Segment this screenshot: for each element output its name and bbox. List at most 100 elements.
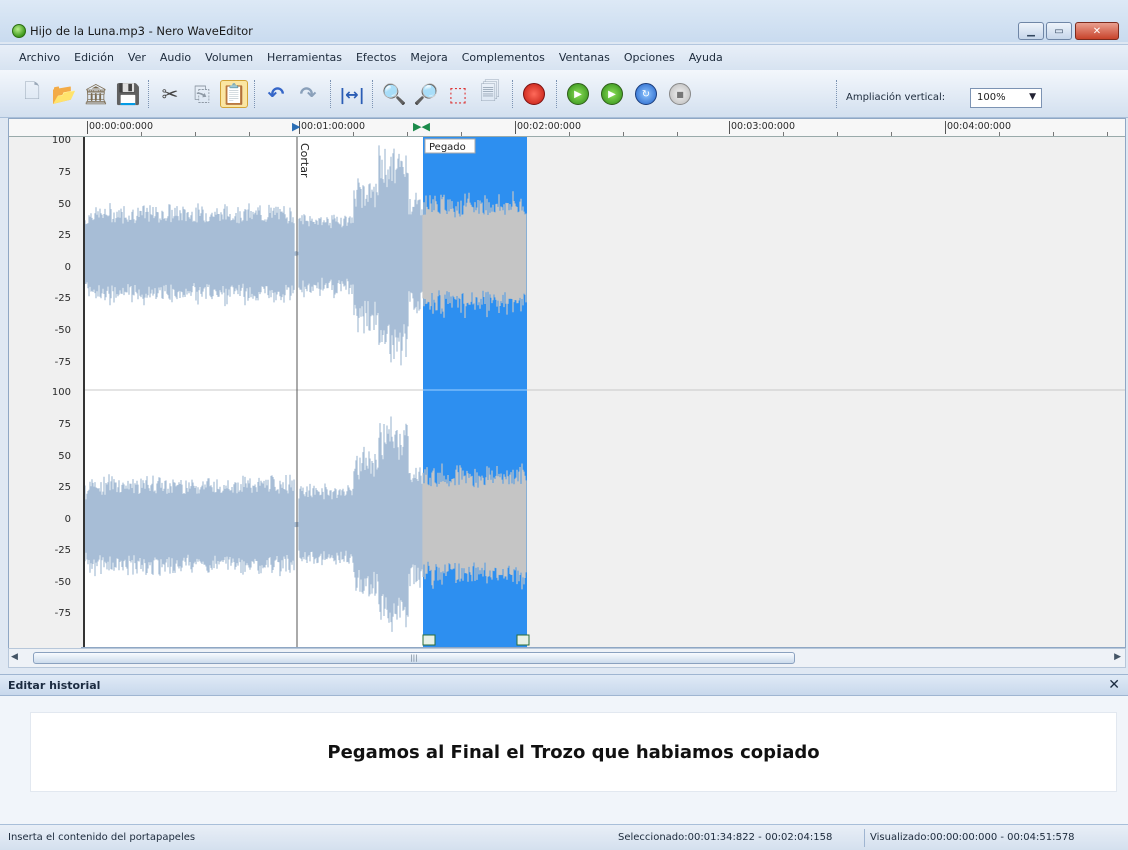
time-ruler[interactable]: 00:00:00:000 00:01:00:000 00:02:00:000 0… xyxy=(9,119,1125,137)
history-entry-text: Pegamos al Final el Trozo que habiamos c… xyxy=(327,741,820,763)
status-visible-range: Visualizado:00:00:00:000 - 00:04:51:578 xyxy=(870,832,1075,843)
minor-tick xyxy=(141,132,142,136)
amplitude-axis: 100 75 50 25 0 -25 -50 -75 100 75 50 25 … xyxy=(9,135,81,649)
waveform-canvas[interactable]: Cortar Pegado xyxy=(9,119,1125,647)
waveform-editor[interactable]: Cortar Pegado 00:00:00:000 00:01:00:000 0… xyxy=(8,118,1126,649)
major-tick xyxy=(515,121,516,134)
menu-complementos[interactable]: Complementos xyxy=(455,51,552,64)
toolbar-separator xyxy=(372,80,373,108)
chevron-down-icon: ▼ xyxy=(1029,92,1036,102)
undo-icon[interactable]: ↶ xyxy=(262,80,290,108)
menu-ventanas[interactable]: Ventanas xyxy=(552,51,617,64)
paste-icon[interactable]: 📋 xyxy=(220,80,248,108)
major-tick xyxy=(945,121,946,134)
window-title: Hijo de la Luna.mp3 - Nero WaveEditor xyxy=(30,24,253,38)
history-entry[interactable]: Pegamos al Final el Trozo que habiamos c… xyxy=(30,712,1117,792)
toolbar-separator xyxy=(836,80,837,108)
menu-volumen[interactable]: Volumen xyxy=(198,51,260,64)
status-divider xyxy=(864,829,865,847)
loop-icon[interactable]: ↻ xyxy=(632,80,660,108)
toolbar: 🗋 📂 🏛 💾 ✂ ⎘ 📋 ↶ ↷ |↔| 🔍 🔎 ⬚ 🗐 ▶ ▶ ↻ ■ Am… xyxy=(0,70,1128,118)
minor-tick xyxy=(249,132,250,136)
menu-archivo[interactable]: Archivo xyxy=(12,51,67,64)
record-icon[interactable] xyxy=(520,80,548,108)
play-icon[interactable]: ▶ xyxy=(564,80,592,108)
scrollbar-thumb[interactable]: ||| xyxy=(33,652,795,664)
menu-bar: Archivo Edición Ver Audio Volumen Herram… xyxy=(0,44,1128,70)
minimize-button[interactable]: ▁ xyxy=(1018,22,1044,40)
y-label: 100 xyxy=(51,135,71,146)
minor-tick xyxy=(999,132,1000,136)
time-label-2: 00:02:00:000 xyxy=(517,121,581,132)
nero-wave-editor-window: Hijo de la Luna.mp3 - Nero WaveEditor ▁ … xyxy=(0,0,1128,850)
major-tick xyxy=(729,121,730,134)
menu-herramientas[interactable]: Herramientas xyxy=(260,51,349,64)
menu-audio[interactable]: Audio xyxy=(153,51,198,64)
toolbar-separator xyxy=(148,80,149,108)
minor-tick xyxy=(837,132,838,136)
menu-opciones[interactable]: Opciones xyxy=(617,51,682,64)
redo-icon[interactable]: ↷ xyxy=(294,80,322,108)
play-selection-icon[interactable]: ▶ xyxy=(598,80,626,108)
selection-start-flag-icon[interactable]: ▶◀ xyxy=(413,120,430,133)
maximize-button[interactable]: ▭ xyxy=(1046,22,1072,40)
save-icon[interactable]: 💾 xyxy=(114,80,142,108)
y-label: -25 xyxy=(54,545,71,556)
selection-handle-icon xyxy=(516,634,530,646)
y-label: -75 xyxy=(54,357,71,368)
zoom-page-icon[interactable]: 🗐 xyxy=(476,79,504,108)
toolbar-separator xyxy=(512,80,513,108)
close-button[interactable]: ✕ xyxy=(1075,22,1119,40)
selected-waveform-channel-2 xyxy=(422,463,527,590)
copy-icon[interactable]: ⎘ xyxy=(188,80,216,108)
y-label: -25 xyxy=(54,293,71,304)
horizontal-scrollbar[interactable]: ◀ ||| ▶ xyxy=(8,648,1126,668)
app-icon xyxy=(12,24,26,38)
scroll-right-icon[interactable]: ▶ xyxy=(1114,652,1121,662)
y-label: -50 xyxy=(54,577,71,588)
menu-ver[interactable]: Ver xyxy=(121,51,153,64)
open-folder-icon[interactable]: 📂 xyxy=(50,80,78,108)
zoom-out-icon[interactable]: 🔎 xyxy=(412,80,440,108)
menu-efectos[interactable]: Efectos xyxy=(349,51,403,64)
major-tick xyxy=(87,121,88,134)
y-label: 25 xyxy=(58,482,71,493)
minor-tick xyxy=(407,132,408,136)
history-panel-title: Editar historial xyxy=(8,679,101,692)
history-panel: Pegamos al Final el Trozo que habiamos c… xyxy=(0,696,1128,824)
marker-flag-icon[interactable]: ▶ xyxy=(292,120,300,133)
fit-width-icon[interactable]: |↔| xyxy=(338,80,366,108)
menu-ayuda[interactable]: Ayuda xyxy=(682,51,730,64)
menu-mejora[interactable]: Mejora xyxy=(403,51,454,64)
scroll-left-icon[interactable]: ◀ xyxy=(11,652,18,662)
selection-handle-icon xyxy=(422,634,436,646)
minor-tick xyxy=(353,132,354,136)
y-label: -50 xyxy=(54,325,71,336)
y-label: -75 xyxy=(54,608,71,619)
minor-tick xyxy=(677,132,678,136)
minor-tick xyxy=(461,132,462,136)
zoom-in-icon[interactable]: 🔍 xyxy=(380,80,408,108)
stop-icon[interactable]: ■ xyxy=(666,80,694,108)
cut-icon[interactable]: ✂ xyxy=(156,80,184,108)
new-file-icon[interactable]: 🗋 xyxy=(18,79,46,108)
minor-tick xyxy=(623,132,624,136)
vertical-zoom-label: Ampliación vertical: xyxy=(846,92,946,103)
vertical-zoom-select[interactable]: 100% ▼ xyxy=(970,88,1042,108)
marker-label: Cortar xyxy=(298,143,311,178)
status-selected-range: Seleccionado:00:01:34:822 - 00:02:04:158 xyxy=(618,832,833,843)
zoom-selection-icon[interactable]: ⬚ xyxy=(444,80,472,108)
minor-tick xyxy=(783,132,784,136)
toolbar-separator xyxy=(556,80,557,108)
time-label-3: 00:03:00:000 xyxy=(731,121,795,132)
y-label: 50 xyxy=(58,451,71,462)
close-icon[interactable]: ✕ xyxy=(1108,677,1120,693)
toolbar-separator xyxy=(254,80,255,108)
time-label-1: 00:01:00:000 xyxy=(301,121,365,132)
y-label: 25 xyxy=(58,230,71,241)
title-bar: Hijo de la Luna.mp3 - Nero WaveEditor ▁ … xyxy=(0,0,1128,42)
library-icon[interactable]: 🏛 xyxy=(82,80,110,108)
minor-tick xyxy=(1107,132,1108,136)
menu-edicion[interactable]: Edición xyxy=(67,51,121,64)
time-label-0: 00:00:00:000 xyxy=(89,121,153,132)
